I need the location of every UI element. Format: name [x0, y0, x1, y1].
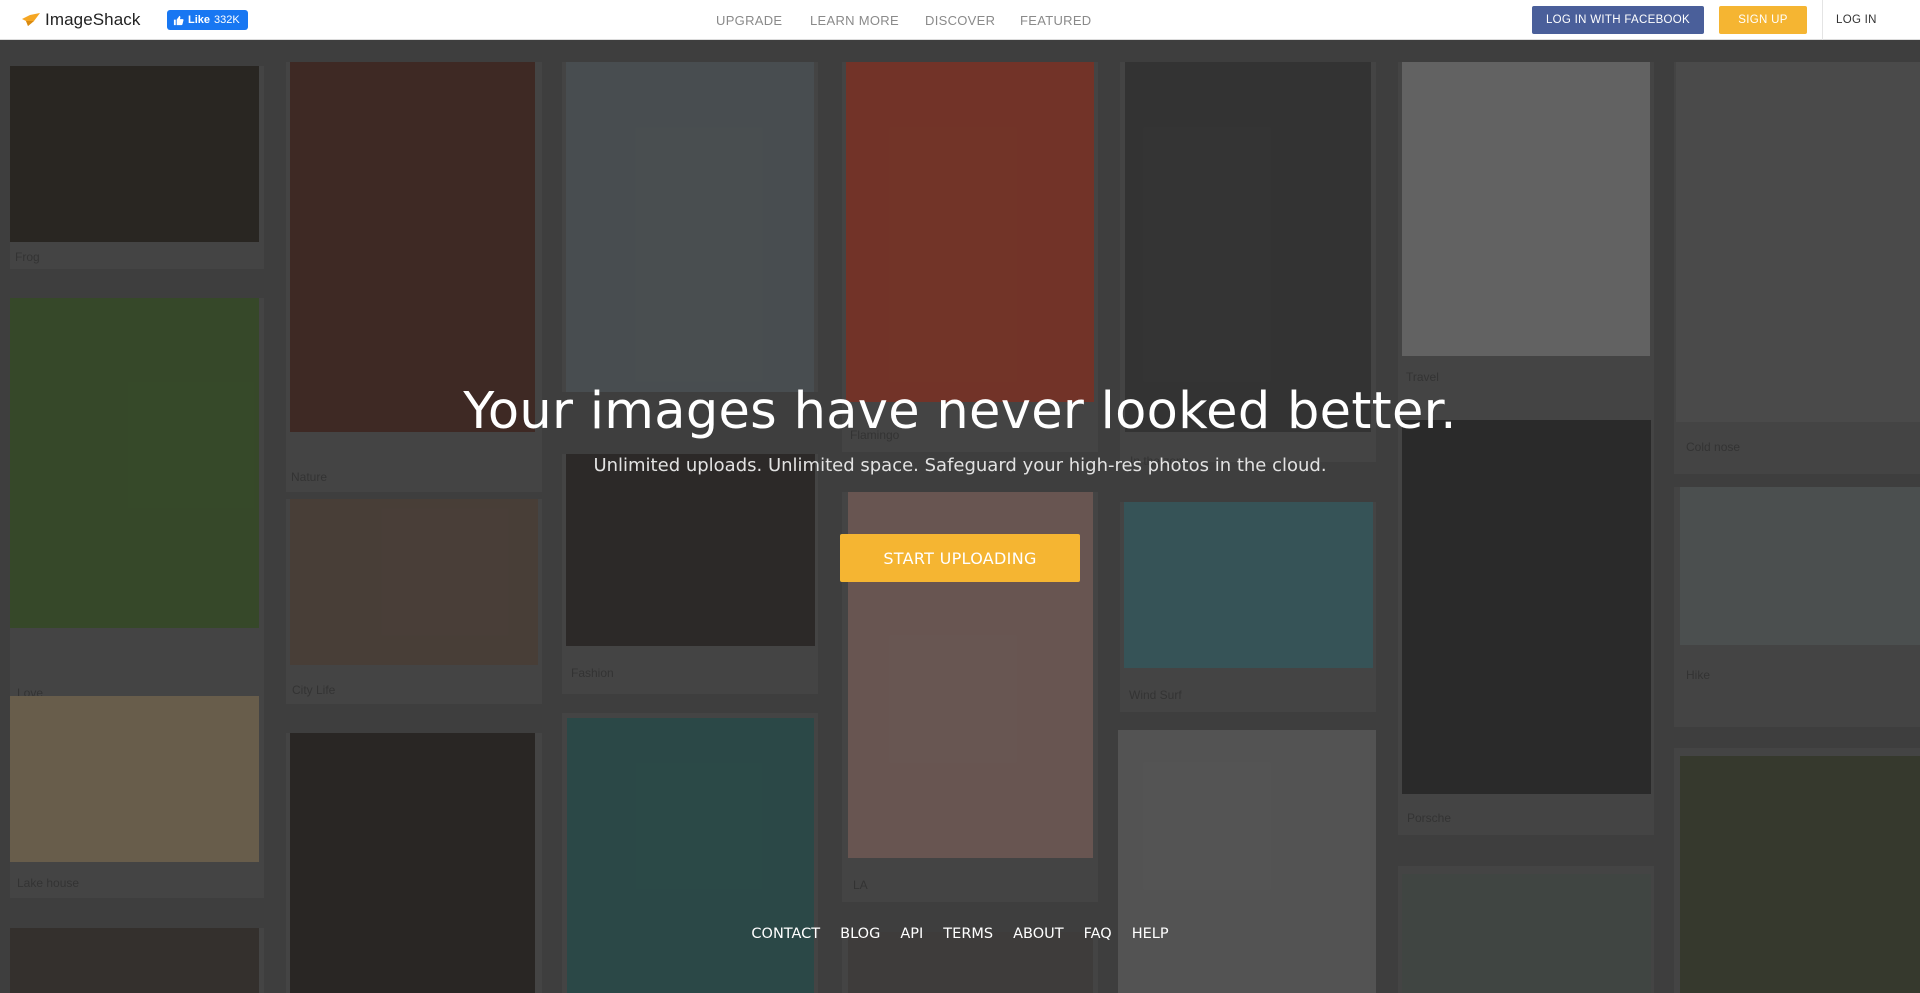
hero-subtitle: Unlimited uploads. Unlimited space. Safe…	[593, 455, 1327, 476]
imageshack-bird-icon	[22, 13, 40, 26]
login-with-facebook-button[interactable]: LOG IN WITH FACEBOOK	[1532, 6, 1704, 34]
dim-overlay	[0, 40, 1920, 993]
nav-featured[interactable]: FEATURED	[1020, 13, 1092, 28]
nav-discover-wrap: DISCOVER	[925, 0, 995, 40]
logo-text: ImageShack	[45, 10, 141, 29]
footer-faq-link[interactable]: FAQ	[1084, 926, 1112, 942]
facebook-like-button[interactable]: Like 332K	[167, 10, 248, 30]
header-divider	[1822, 0, 1823, 40]
top-navigation-bar: ImageShack Like 332K UPGRADE LEARN MORE …	[0, 0, 1920, 40]
hero-title: Your images have never looked better.	[463, 382, 1457, 441]
footer-about-link[interactable]: ABOUT	[1013, 926, 1064, 942]
fb-like-count: 332K	[214, 14, 240, 26]
log-in-link[interactable]: LOG IN	[1836, 0, 1877, 40]
thumbs-up-icon	[173, 15, 184, 25]
footer-help-link[interactable]: HELP	[1132, 926, 1169, 942]
nav-upgrade-wrap: UPGRADE	[716, 0, 782, 40]
footer-links: CONTACT BLOG API TERMS ABOUT FAQ HELP	[0, 926, 1920, 942]
footer-blog-link[interactable]: BLOG	[840, 926, 880, 942]
nav-learn-more[interactable]: LEARN MORE	[810, 13, 899, 28]
imageshack-logo[interactable]: ImageShack	[22, 9, 141, 31]
start-uploading-button[interactable]: START UPLOADING	[840, 534, 1080, 582]
nav-upgrade[interactable]: UPGRADE	[716, 13, 782, 28]
footer-api-link[interactable]: API	[900, 926, 923, 942]
nav-featured-wrap: FEATURED	[1020, 0, 1092, 40]
sign-up-button[interactable]: SIGN UP	[1719, 6, 1807, 34]
nav-discover[interactable]: DISCOVER	[925, 13, 995, 28]
footer-contact-link[interactable]: CONTACT	[751, 926, 820, 942]
fb-like-label: Like	[188, 14, 211, 26]
nav-learn-more-wrap: LEARN MORE	[810, 0, 899, 40]
footer-terms-link[interactable]: TERMS	[943, 926, 993, 942]
